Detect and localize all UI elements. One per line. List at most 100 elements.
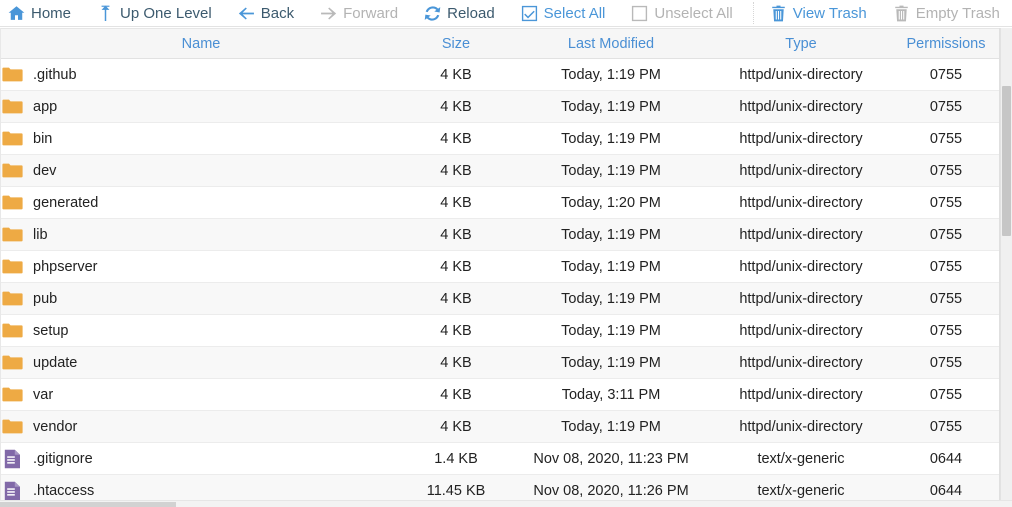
folder-icon — [1, 288, 23, 310]
folder-icon — [1, 160, 23, 182]
toolbar-button-forward: Forward — [320, 5, 398, 22]
table-row[interactable]: update 4 KB Today, 1:19 PM httpd/unix-direc… — [1, 346, 999, 379]
table-row[interactable]: .github 4 KB Today, 1:19 PM httpd/unix-dire… — [1, 58, 999, 91]
file-name-link[interactable]: .github — [33, 67, 77, 83]
table-row[interactable]: phpserver 4 KB Today, 1:19 PM httpd/unix-di… — [1, 250, 999, 283]
file-name-link[interactable]: vendor — [33, 419, 77, 435]
file-icon — [1, 448, 23, 470]
toolbar-button-label: Unselect All — [654, 4, 733, 22]
toolbar-button-home[interactable]: Home — [8, 5, 71, 22]
table-row[interactable]: var 4 KB Today, 3:11 PM httpd/unix-director… — [1, 378, 999, 411]
refresh-icon — [424, 5, 441, 22]
folder-icon — [1, 224, 23, 246]
cell-name[interactable]: generated — [1, 186, 401, 219]
cell-modified: Nov 08, 2020, 11:26 PM — [511, 474, 711, 500]
cell-modified: Today, 3:11 PM — [511, 378, 711, 411]
cell-name[interactable]: bin — [1, 122, 401, 155]
cell-permissions: 0644 — [891, 442, 999, 475]
cell-size: 4 KB — [401, 218, 511, 251]
cell-permissions: 0755 — [891, 410, 999, 443]
checkbox-checked-icon — [521, 5, 538, 22]
cell-name[interactable]: .gitignore — [1, 442, 401, 475]
toolbar-button-label: Select All — [543, 4, 606, 22]
cell-name[interactable]: vendor — [1, 410, 401, 443]
cell-name[interactable]: lib — [1, 218, 401, 251]
file-name-link[interactable]: dev — [33, 163, 56, 179]
table-row[interactable]: generated 4 KB Today, 1:20 PM httpd/unix-di… — [1, 186, 999, 219]
cell-size: 1.4 KB — [401, 442, 511, 475]
table-row[interactable]: .htaccess 11.45 KB Nov 08, 2020, 11:26 PM t… — [1, 474, 999, 501]
horizontal-scrollbar[interactable] — [0, 500, 1012, 507]
column-header-modified[interactable]: Last Modified — [511, 28, 711, 59]
cell-size: 4 KB — [401, 58, 511, 91]
table-row[interactable]: bin 4 KB Today, 1:19 PM httpd/unix-director… — [1, 122, 999, 155]
cell-name[interactable]: dev — [1, 154, 401, 187]
toolbar-button-label: Up One Level — [120, 4, 212, 22]
table-row[interactable]: lib 4 KB Today, 1:19 PM httpd/unix-director… — [1, 218, 999, 251]
toolbar-button-view-trash[interactable]: View Trash — [770, 5, 867, 22]
toolbar-button-up-one-level[interactable]: Up One Level — [97, 5, 212, 22]
cell-type: httpd/unix-directory — [711, 122, 891, 155]
column-header-size[interactable]: Size — [401, 28, 511, 59]
toolbar-button-reload[interactable]: Reload — [424, 5, 495, 22]
cell-name[interactable]: phpserver — [1, 250, 401, 283]
folder-icon — [1, 128, 23, 150]
cell-permissions: 0755 — [891, 250, 999, 283]
file-name-link[interactable]: lib — [33, 227, 48, 243]
folder-icon — [1, 320, 23, 342]
cell-type: httpd/unix-directory — [711, 282, 891, 315]
table-row[interactable]: setup 4 KB Today, 1:19 PM httpd/unix-direct… — [1, 314, 999, 347]
cell-name[interactable]: var — [1, 378, 401, 411]
cell-modified: Today, 1:19 PM — [511, 218, 711, 251]
table-row[interactable]: app 4 KB Today, 1:19 PM httpd/unix-director… — [1, 90, 999, 123]
cell-type: text/x-generic — [711, 442, 891, 475]
vertical-scrollbar-thumb[interactable] — [1002, 86, 1011, 236]
file-name-link[interactable]: app — [33, 99, 57, 115]
cell-name[interactable]: .github — [1, 58, 401, 91]
file-name-link[interactable]: update — [33, 355, 77, 371]
cell-name[interactable]: setup — [1, 314, 401, 347]
cell-permissions: 0644 — [891, 474, 999, 500]
file-name-link[interactable]: generated — [33, 195, 98, 211]
folder-icon — [1, 192, 23, 214]
folder-icon — [1, 64, 23, 86]
file-name-link[interactable]: bin — [33, 131, 52, 147]
file-name-link[interactable]: setup — [33, 323, 68, 339]
toolbar-button-back[interactable]: Back — [238, 5, 294, 22]
file-name-link[interactable]: phpserver — [33, 259, 97, 275]
cell-type: httpd/unix-directory — [711, 90, 891, 123]
file-name-link[interactable]: .htaccess — [33, 483, 94, 499]
table-row[interactable]: vendor 4 KB Today, 1:19 PM httpd/unix-direc… — [1, 410, 999, 443]
column-header-permissions[interactable]: Permissions — [891, 28, 999, 59]
checkbox-empty-icon — [631, 5, 648, 22]
column-header-name[interactable]: Name — [1, 28, 401, 59]
cell-modified: Today, 1:19 PM — [511, 58, 711, 91]
cell-modified: Today, 1:19 PM — [511, 282, 711, 315]
cell-type: text/x-generic — [711, 474, 891, 500]
toolbar-button-label: Forward — [343, 4, 399, 22]
cell-name[interactable]: app — [1, 90, 401, 123]
file-name-link[interactable]: .gitignore — [33, 451, 93, 467]
cell-size: 4 KB — [401, 90, 511, 123]
cell-permissions: 0755 — [891, 282, 999, 315]
cell-modified: Today, 1:19 PM — [511, 346, 711, 379]
table-header: Name Size Last Modified Type Permissions — [1, 28, 999, 59]
vertical-scrollbar[interactable] — [1000, 28, 1012, 500]
file-icon — [1, 480, 23, 501]
file-name-link[interactable]: pub — [33, 291, 57, 307]
file-name-link[interactable]: var — [33, 387, 53, 403]
horizontal-scrollbar-thumb[interactable] — [0, 502, 176, 507]
column-header-type[interactable]: Type — [711, 28, 891, 59]
cell-size: 4 KB — [401, 186, 511, 219]
cell-type: httpd/unix-directory — [711, 218, 891, 251]
cell-name[interactable]: pub — [1, 282, 401, 315]
table-row[interactable]: dev 4 KB Today, 1:19 PM httpd/unix-director… — [1, 154, 999, 187]
toolbar-button-select-all[interactable]: Select All — [521, 4, 606, 22]
table-row[interactable]: .gitignore 1.4 KB Nov 08, 2020, 11:23 PM te… — [1, 442, 999, 475]
cell-name[interactable]: update — [1, 346, 401, 379]
folder-icon — [1, 416, 23, 438]
cell-name[interactable]: .htaccess — [1, 474, 401, 501]
cell-size: 4 KB — [401, 122, 511, 155]
table-row[interactable]: pub 4 KB Today, 1:19 PM httpd/unix-director… — [1, 282, 999, 315]
toolbar-button-empty-trash: Empty Trash — [893, 5, 1000, 22]
